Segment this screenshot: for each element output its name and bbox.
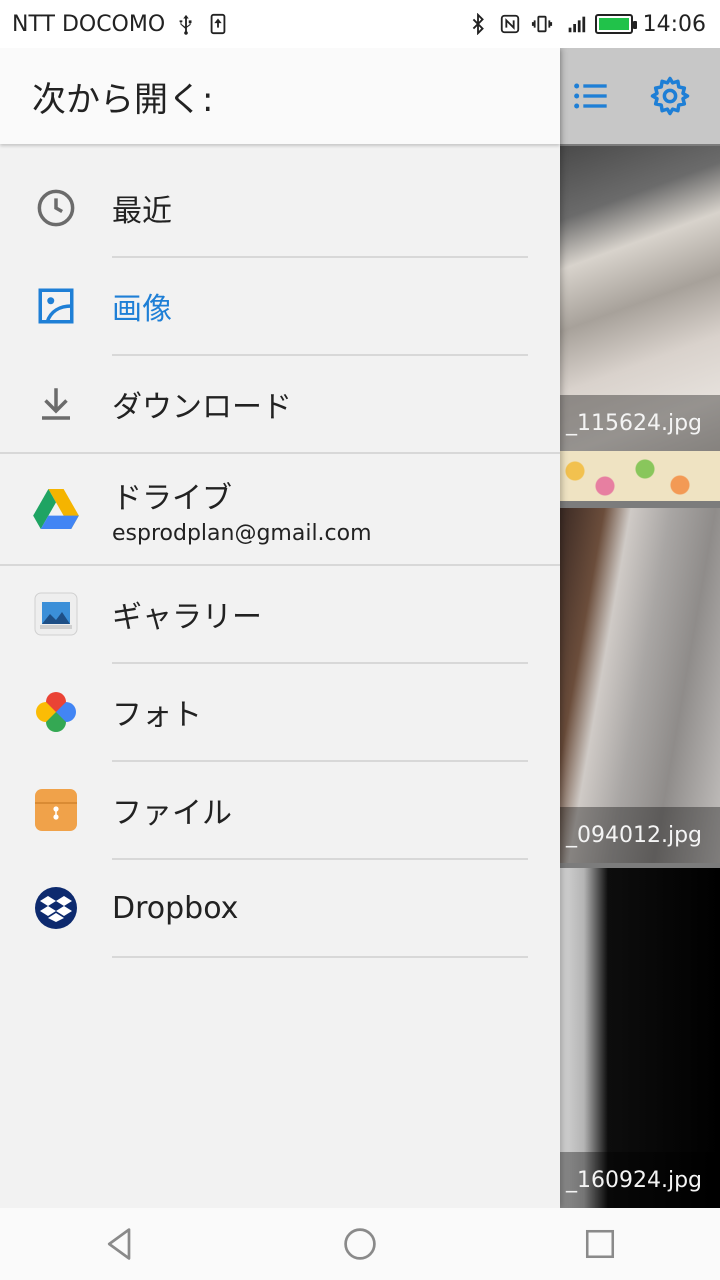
list-icon <box>574 83 607 109</box>
download-icon <box>42 388 70 420</box>
home-circle-icon <box>344 1228 376 1260</box>
photo-caption: _115624.jpg <box>560 395 720 451</box>
gear-icon <box>650 76 690 116</box>
back-triangle-icon <box>107 1228 131 1260</box>
drawer-item-downloads[interactable]: ダウンロード <box>0 356 560 452</box>
drawer-item-label: 最近 <box>112 194 172 229</box>
drawer-item-dropbox[interactable]: Dropbox <box>0 860 560 956</box>
drawer-item-label: ドライブ <box>112 480 232 516</box>
nfc-icon <box>499 13 521 35</box>
gallery-icon <box>34 592 78 636</box>
settings-button[interactable] <box>646 70 694 122</box>
bluetooth-icon <box>467 12 489 36</box>
status-bar: NTT DOCOMO 14:06 <box>0 0 720 48</box>
drawer-item-images[interactable]: 画像 <box>0 258 560 354</box>
home-button[interactable] <box>320 1208 400 1280</box>
drawer-item-drive[interactable]: ドライブ esprodplan@gmail.com <box>0 454 560 564</box>
usb-icon <box>175 13 197 35</box>
dropbox-icon <box>35 887 77 929</box>
recents-square-icon <box>585 1229 615 1259</box>
clock-icon <box>37 189 75 227</box>
carrier-name: NTT DOCOMO <box>12 11 166 37</box>
signal-icon <box>563 13 585 35</box>
drawer-list: 最近 画像 ダウンロード ドライブ esprodplan@gmail.com ギ… <box>0 144 560 958</box>
clock-time: 14:06 <box>642 11 706 37</box>
drawer-item-label: ギャラリー <box>112 600 262 635</box>
google-drive-icon <box>33 489 79 529</box>
upload-notification-icon <box>207 13 229 35</box>
photo-tile[interactable]: _115624.jpg <box>560 146 720 501</box>
drawer-item-label: Dropbox <box>112 890 239 926</box>
drawer-item-photos[interactable]: フォト <box>0 664 560 760</box>
list-view-button[interactable] <box>566 70 614 122</box>
battery-icon <box>594 14 637 34</box>
drawer-item-label: 画像 <box>112 292 172 327</box>
drawer-item-label: ダウンロード <box>112 390 292 425</box>
drawer-item-label: フォト <box>112 698 202 733</box>
navigation-drawer: 次から開く: 最近 画像 ダウンロード ドライブ esprodplan@gmai… <box>0 48 560 1208</box>
recents-button[interactable] <box>560 1208 640 1280</box>
drawer-item-label: ファイル <box>112 796 232 831</box>
photo-tile[interactable]: _094012.jpg <box>560 508 720 863</box>
google-photos-icon <box>36 692 76 732</box>
divider <box>112 956 528 958</box>
drawer-title: 次から開く: <box>0 48 560 144</box>
drawer-item-recent[interactable]: 最近 <box>0 160 560 256</box>
back-button[interactable] <box>80 1208 160 1280</box>
files-icon <box>35 789 77 831</box>
drawer-item-gallery[interactable]: ギャラリー <box>0 566 560 662</box>
photo-caption: _094012.jpg <box>560 807 720 863</box>
drive-account-email: esprodplan@gmail.com <box>112 520 372 546</box>
drawer-item-files[interactable]: ファイル <box>0 762 560 858</box>
vibrate-icon <box>531 13 553 35</box>
image-icon <box>38 288 74 324</box>
photo-caption: _160924.jpg <box>560 1152 720 1208</box>
system-nav-bar <box>0 1208 720 1280</box>
photo-tile[interactable]: _160924.jpg <box>560 868 720 1208</box>
